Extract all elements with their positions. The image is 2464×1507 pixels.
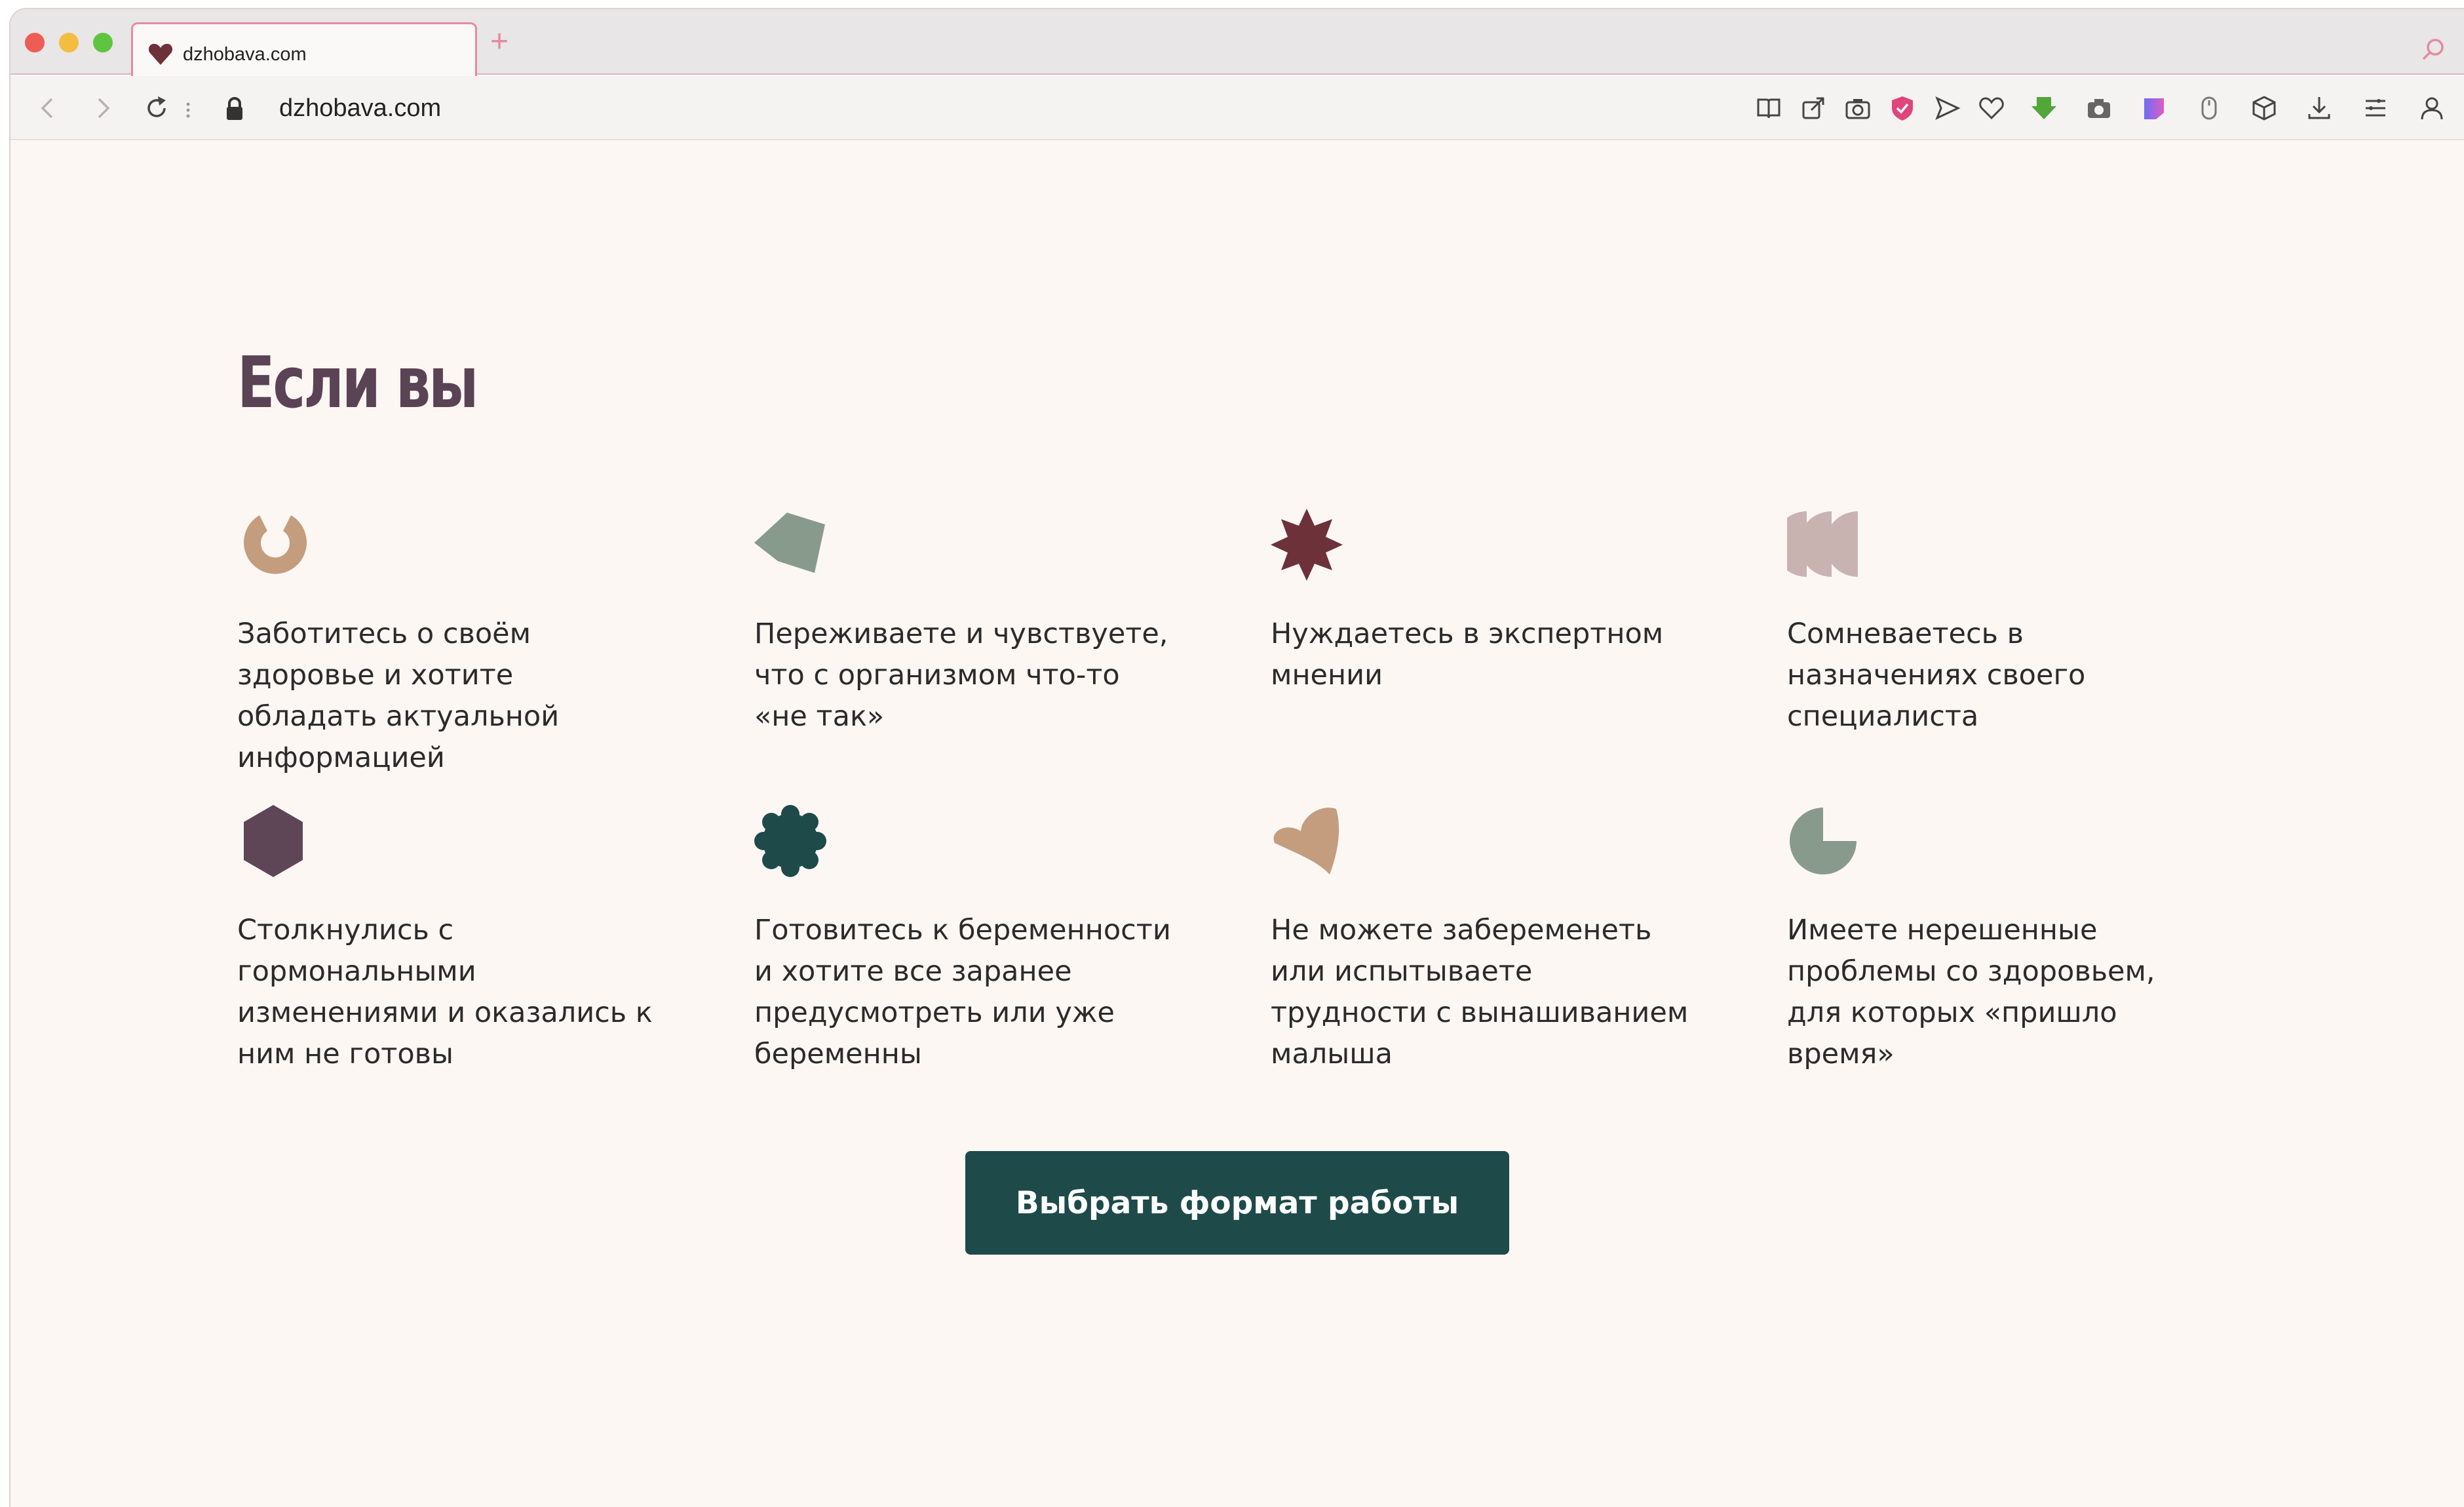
reload-icon [147, 96, 166, 117]
search-tabs-icon[interactable] [2421, 37, 2447, 63]
back-button[interactable] [30, 90, 66, 126]
mouse-icon [2201, 96, 2217, 120]
download-icon [2308, 97, 2330, 119]
card-text: Переживаете и чувствуете, что с организм… [754, 617, 1168, 733]
shield-icon [1892, 96, 1913, 121]
new-tab-button[interactable]: + [490, 26, 509, 58]
extensions-button[interactable] [2248, 92, 2281, 125]
page-content: Если вы Заботитесь о своём здоровье и хо… [10, 142, 2464, 1507]
heart-icon [1979, 97, 2004, 120]
flower-shape-icon [754, 805, 826, 877]
tab-bar: dzhobava.com + [10, 9, 2464, 83]
share-button[interactable] [1797, 92, 1830, 125]
chevron-left-icon [41, 98, 53, 119]
send-icon [1935, 96, 1961, 120]
lock-icon[interactable] [221, 96, 248, 122]
profile-button[interactable] [2416, 92, 2448, 125]
half-circles-shape-icon [1787, 511, 1858, 577]
section-heading: Если вы [237, 342, 478, 424]
share-icon [1802, 97, 1824, 119]
heart-favicon-icon [148, 43, 173, 65]
camera-icon [1845, 99, 1870, 119]
menu-button[interactable] [2359, 92, 2392, 125]
toolbar: dzhobava.com [10, 76, 2464, 140]
card-text: Заботитесь о своём здоровье и хотите обл… [237, 617, 560, 774]
user-icon [2421, 97, 2443, 120]
pie-shape-icon [1790, 808, 1857, 874]
separator-dots-icon [186, 102, 190, 118]
reload-button[interactable] [139, 90, 174, 126]
downloads-button[interactable] [2303, 92, 2336, 125]
green-arrow-down-icon [2031, 97, 2056, 119]
tab-title: dzhobava.com [183, 44, 307, 65]
card-text: Столкнулись с гормональными изменениями … [237, 914, 653, 1070]
chevron-right-icon [98, 98, 110, 119]
minimize-window-button[interactable] [59, 33, 79, 52]
maximize-window-button[interactable] [93, 33, 113, 52]
address-bar[interactable]: dzhobava.com [279, 93, 441, 123]
screenshot-extension[interactable] [2083, 92, 2115, 125]
tab-dzhobava[interactable]: dzhobava.com [131, 22, 477, 83]
snapshot-button[interactable] [1841, 92, 1874, 125]
forward-button[interactable] [85, 90, 121, 126]
adblock-button[interactable] [1886, 92, 1919, 125]
toolbar-extensions [1752, 92, 2464, 126]
card-text: Нуждаетесь в экспертном мнении [1271, 617, 1664, 692]
browser-window: dzhobava.com + dzhobava.com Если вы Забо… [9, 8, 2464, 1507]
book-icon [1757, 98, 1781, 119]
heart-shape-icon [1273, 808, 1339, 874]
ring-shape-icon [244, 515, 307, 574]
favorites-button[interactable] [1975, 92, 2008, 125]
color-extension[interactable] [2138, 92, 2170, 125]
pentagon-shape-icon [754, 513, 825, 573]
mouse-gestures-button[interactable] [2193, 92, 2225, 125]
choose-format-button[interactable]: Выбрать формат работы [965, 1151, 1509, 1255]
close-window-button[interactable] [25, 33, 45, 52]
card-text: Готовитесь к беременности и хотите все з… [754, 914, 1171, 1070]
card-text: Сомневаетесь в назначениях своего специа… [1787, 617, 2086, 733]
reader-mode-button[interactable] [1752, 92, 1785, 125]
gradient-badge-icon [2144, 98, 2164, 119]
card-text: Не можете забеременеть или испытываете т… [1271, 914, 1689, 1070]
hexagon-shape-icon [244, 805, 303, 877]
cube-icon [2252, 96, 2276, 121]
menu-lines-icon [2366, 99, 2385, 117]
star-shape-icon [1271, 509, 1343, 581]
send-button[interactable] [1931, 92, 1963, 125]
card-text: Имеете нерешенные проблемы со здоровьем,… [1787, 914, 2155, 1070]
camera-filled-icon [2088, 99, 2110, 118]
download-manager-extension[interactable] [2028, 92, 2060, 125]
